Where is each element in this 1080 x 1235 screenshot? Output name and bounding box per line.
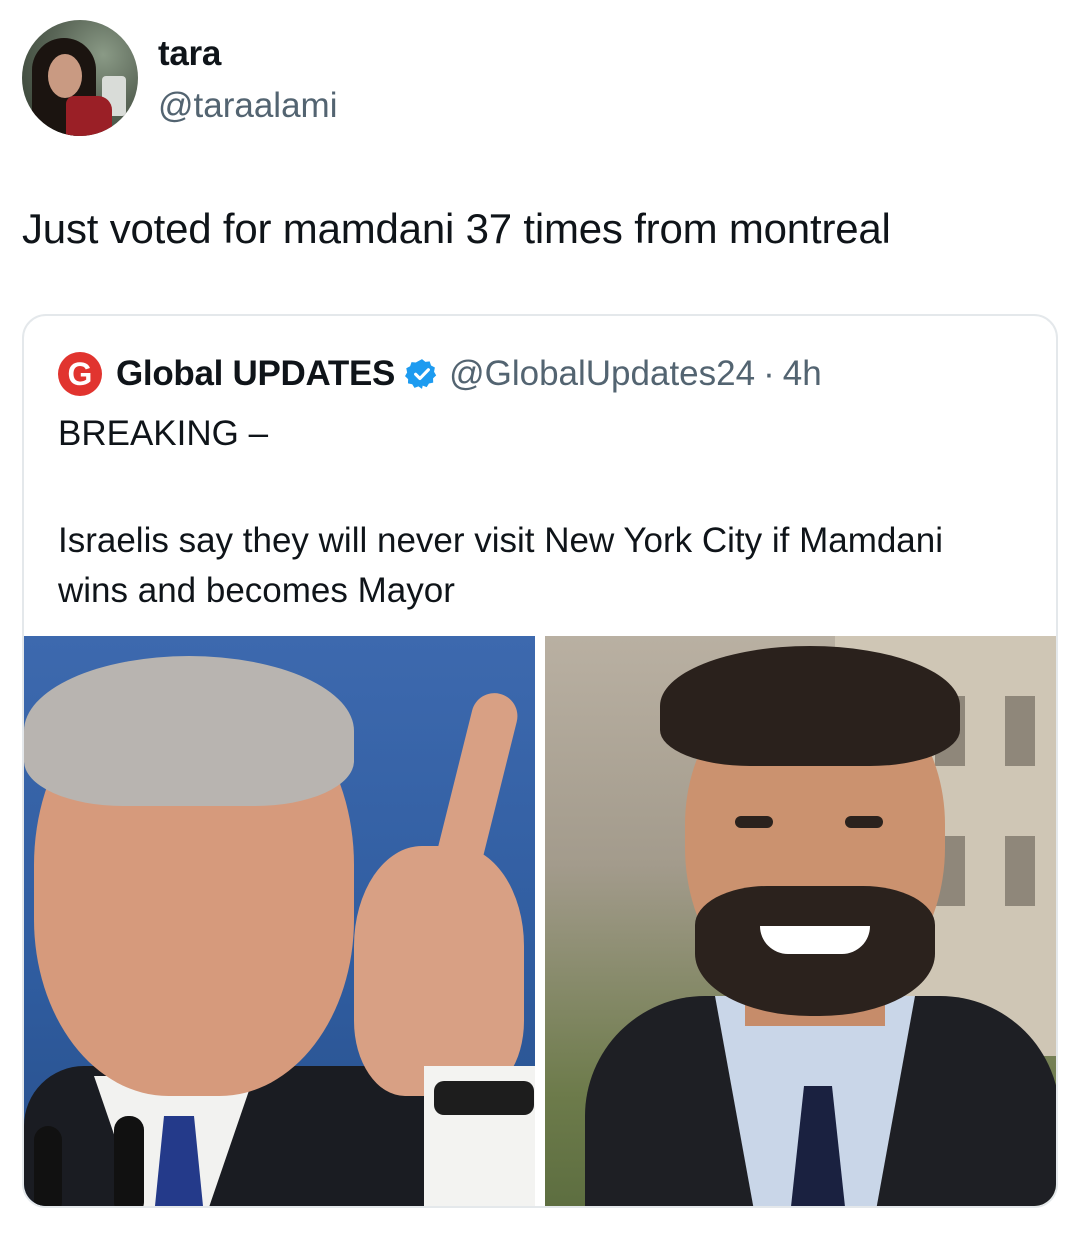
global-updates-logo-icon: G [58, 352, 102, 396]
quoted-body-text: Israelis say they will never visit New Y… [58, 521, 944, 610]
tweet-text: Just voted for mamdani 37 times from mon… [22, 205, 891, 252]
quoted-author-handle[interactable]: @GlobalUpdates24 [449, 354, 755, 394]
photo-man-pointing[interactable] [24, 636, 535, 1206]
author-handle[interactable]: @taraalami [158, 86, 337, 126]
quoted-tweet-header: G Global UPDATES @GlobalUpdates24 · 4h [58, 350, 822, 398]
quoted-tweet-card[interactable]: G Global UPDATES @GlobalUpdates24 · 4h B… [22, 314, 1058, 1208]
quoted-headline: BREAKING – [58, 414, 269, 453]
image-divider [535, 636, 545, 1206]
quoted-author-name[interactable]: Global UPDATES [116, 354, 395, 394]
avatar[interactable] [22, 20, 138, 136]
tweet-screenshot: tara @taraalami Just voted for mamdani 3… [0, 0, 1080, 1235]
separator-dot: · [763, 354, 775, 393]
author-display-name[interactable]: tara [158, 34, 221, 74]
quoted-timestamp[interactable]: 4h [783, 354, 822, 394]
photo-man-smiling[interactable] [545, 636, 1056, 1206]
verified-badge-icon [405, 357, 439, 391]
